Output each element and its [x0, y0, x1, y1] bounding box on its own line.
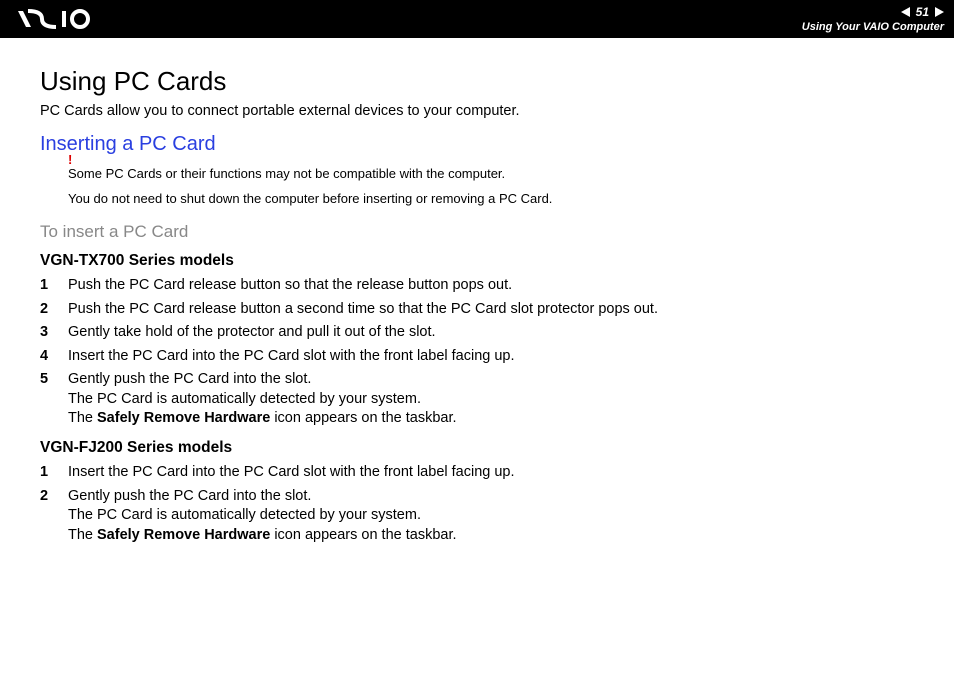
list-item: 4Insert the PC Card into the PC Card slo…: [40, 347, 914, 367]
step-bold: Safely Remove Hardware: [97, 410, 270, 426]
step-text: Gently push the PC Card into the slot.: [68, 488, 311, 504]
list-item: 1Push the PC Card release button so that…: [40, 276, 914, 296]
step-text: icon appears on the taskbar.: [270, 410, 456, 426]
step-text: The: [68, 527, 97, 543]
note-block: ! Some PC Cards or their functions may n…: [68, 166, 914, 206]
step-text: Push the PC Card release button so that …: [68, 277, 512, 293]
series1-steps: 1Push the PC Card release button so that…: [40, 276, 914, 429]
page-nav: 51: [901, 5, 944, 19]
step-text: The PC Card is automatically detected by…: [68, 391, 421, 407]
list-item: 2 Gently push the PC Card into the slot.…: [40, 487, 914, 546]
step-text: Insert the PC Card into the PC Card slot…: [68, 348, 515, 364]
list-item: 2Push the PC Card release button a secon…: [40, 300, 914, 320]
section-heading: Inserting a PC Card: [40, 133, 914, 156]
step-text: icon appears on the taskbar.: [270, 527, 456, 543]
note-line-1: Some PC Cards or their functions may not…: [68, 166, 914, 181]
header-section-title: Using Your VAIO Computer: [802, 21, 944, 33]
warning-icon: !: [68, 152, 72, 167]
note-line-2: You do not need to shut down the compute…: [68, 191, 914, 206]
page-title: Using PC Cards: [40, 66, 914, 97]
intro-text: PC Cards allow you to connect portable e…: [40, 103, 914, 119]
vaio-logo: [18, 9, 108, 29]
list-item: 3Gently take hold of the protector and p…: [40, 323, 914, 343]
procedure-heading: To insert a PC Card: [40, 222, 914, 242]
step-text: Push the PC Card release button a second…: [68, 301, 658, 317]
step-text: Gently push the PC Card into the slot.: [68, 371, 311, 387]
series1-heading: VGN-TX700 Series models: [40, 252, 914, 270]
prev-page-arrow-icon[interactable]: [901, 7, 910, 17]
header-right: 51 Using Your VAIO Computer: [802, 5, 944, 33]
header-bar: 51 Using Your VAIO Computer: [0, 0, 954, 38]
step-text: Insert the PC Card into the PC Card slot…: [68, 464, 515, 480]
list-item: 5 Gently push the PC Card into the slot.…: [40, 370, 914, 429]
list-item: 1Insert the PC Card into the PC Card slo…: [40, 463, 914, 483]
next-page-arrow-icon[interactable]: [935, 7, 944, 17]
series2-steps: 1Insert the PC Card into the PC Card slo…: [40, 463, 914, 545]
page-number: 51: [916, 5, 929, 19]
step-text: The: [68, 410, 97, 426]
step-bold: Safely Remove Hardware: [97, 527, 270, 543]
step-text: Gently take hold of the protector and pu…: [68, 324, 436, 340]
series2-heading: VGN-FJ200 Series models: [40, 439, 914, 457]
step-text: The PC Card is automatically detected by…: [68, 507, 421, 523]
page-content: Using PC Cards PC Cards allow you to con…: [0, 38, 954, 575]
